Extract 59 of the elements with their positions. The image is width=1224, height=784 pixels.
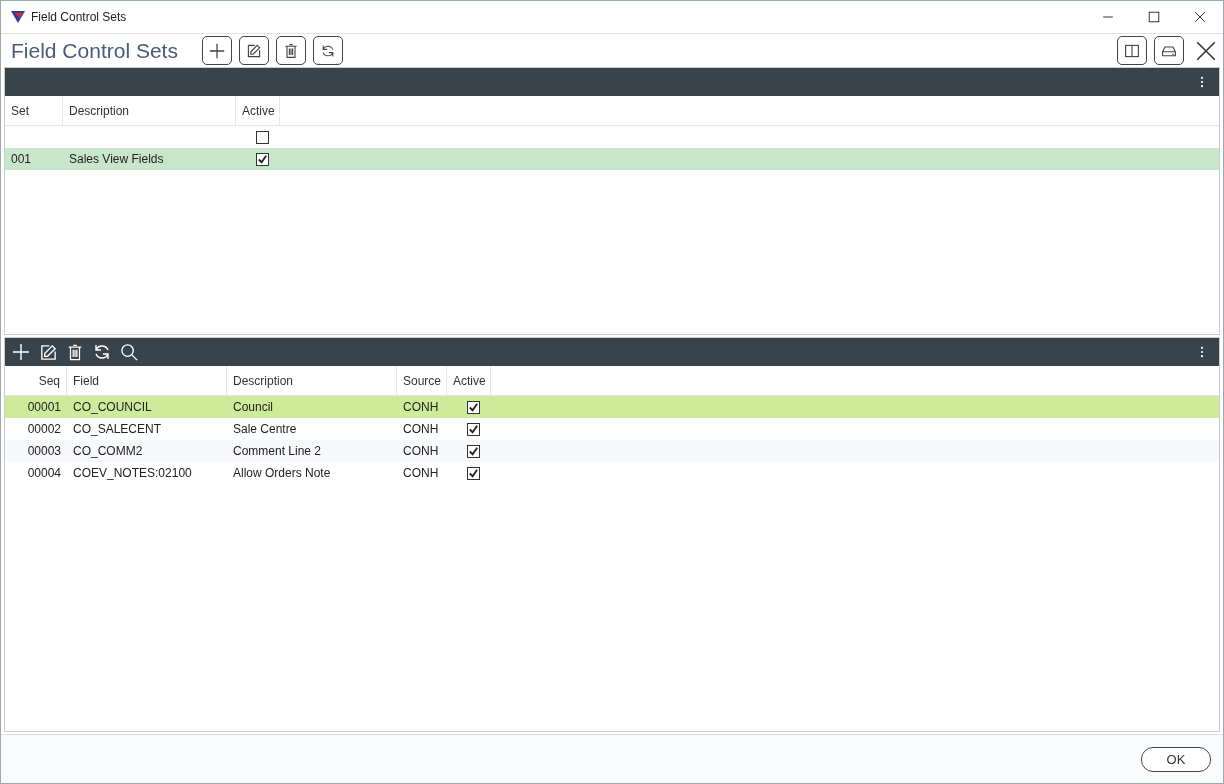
- split-view-button[interactable]: [1117, 36, 1147, 65]
- checkbox[interactable]: [256, 130, 269, 144]
- logo-icon: [11, 11, 25, 23]
- table-cell-text: CONH: [402, 444, 440, 458]
- add-button[interactable]: [201, 36, 232, 65]
- table-cell-text: Allow Orders Note: [232, 466, 332, 480]
- table-cell-text: CO_SALECENT: [72, 422, 163, 436]
- table-cell-text: 00003: [26, 444, 62, 458]
- table-row[interactable]: 00003 CO_COMM2 Comment Line 2 CONH: [5, 440, 1219, 462]
- column-header[interactable]: Set: [5, 96, 63, 125]
- checkbox[interactable]: [467, 444, 480, 458]
- search-icon: [120, 342, 139, 362]
- window-title: Field Control Sets: [31, 10, 128, 24]
- table-cell-text: Sales View Fields: [68, 152, 165, 166]
- table-cell-text: 00001: [26, 400, 62, 414]
- table-cell-text: Comment Line 2: [232, 444, 323, 458]
- column-header[interactable]: Active: [447, 366, 491, 395]
- pencil-icon: [245, 42, 262, 59]
- checkbox[interactable]: [467, 422, 480, 436]
- table-cell-text: Council: [232, 400, 275, 414]
- table-cell-text: CONH: [402, 466, 440, 480]
- drive-button[interactable]: [1154, 36, 1184, 65]
- table-cell-text: 00002: [26, 422, 62, 436]
- column-header[interactable]: Description: [227, 366, 397, 395]
- pencil-icon: [39, 342, 58, 362]
- table-cell-text: Sale Centre: [232, 422, 298, 436]
- column-header[interactable]: Active: [236, 96, 280, 125]
- ok-button[interactable]: OK: [1141, 746, 1211, 772]
- table-row[interactable]: 00004 COEV_NOTES:02100 Allow Orders Note CONH: [5, 462, 1219, 484]
- trash-icon: [66, 342, 84, 362]
- plus-icon: [11, 342, 31, 362]
- column-header[interactable]: Source: [397, 366, 447, 395]
- maximize-icon: [1148, 11, 1160, 23]
- table-cell-text: CONH: [402, 400, 440, 414]
- table-cell-text: CONH: [402, 422, 440, 436]
- table-cell-text: 001: [10, 152, 33, 166]
- close-icon: [1194, 11, 1206, 23]
- close-icon: [1195, 39, 1217, 62]
- checkbox[interactable]: [467, 466, 480, 480]
- trash-icon: [282, 42, 299, 59]
- columns-icon: [1124, 42, 1140, 59]
- refresh-icon: [92, 342, 112, 362]
- table-row[interactable]: 00002 CO_SALECENT Sale Centre CONH: [5, 418, 1219, 440]
- table-cell-text: 00004: [26, 466, 62, 480]
- table-cell-text: COEV_NOTES:02100: [72, 466, 193, 480]
- column-header[interactable]: Field: [67, 366, 227, 395]
- column-header[interactable]: Seq: [5, 366, 67, 395]
- checkbox[interactable]: [256, 152, 269, 166]
- edit-button[interactable]: [238, 36, 269, 65]
- checkbox[interactable]: [467, 400, 480, 414]
- plus-icon: [207, 41, 226, 60]
- delete-button[interactable]: [275, 36, 306, 65]
- page-title: Field Control Sets: [11, 38, 178, 63]
- table-row[interactable]: 00001 CO_COUNCIL Council CONH: [5, 396, 1219, 418]
- table-cell-text: CO_COMM2: [72, 444, 144, 458]
- column-header[interactable]: Description: [63, 96, 236, 125]
- table-row[interactable]: 001 Sales View Fields: [5, 148, 1219, 170]
- refresh-button[interactable]: [312, 36, 343, 65]
- table-cell-text: CO_COUNCIL: [72, 400, 153, 414]
